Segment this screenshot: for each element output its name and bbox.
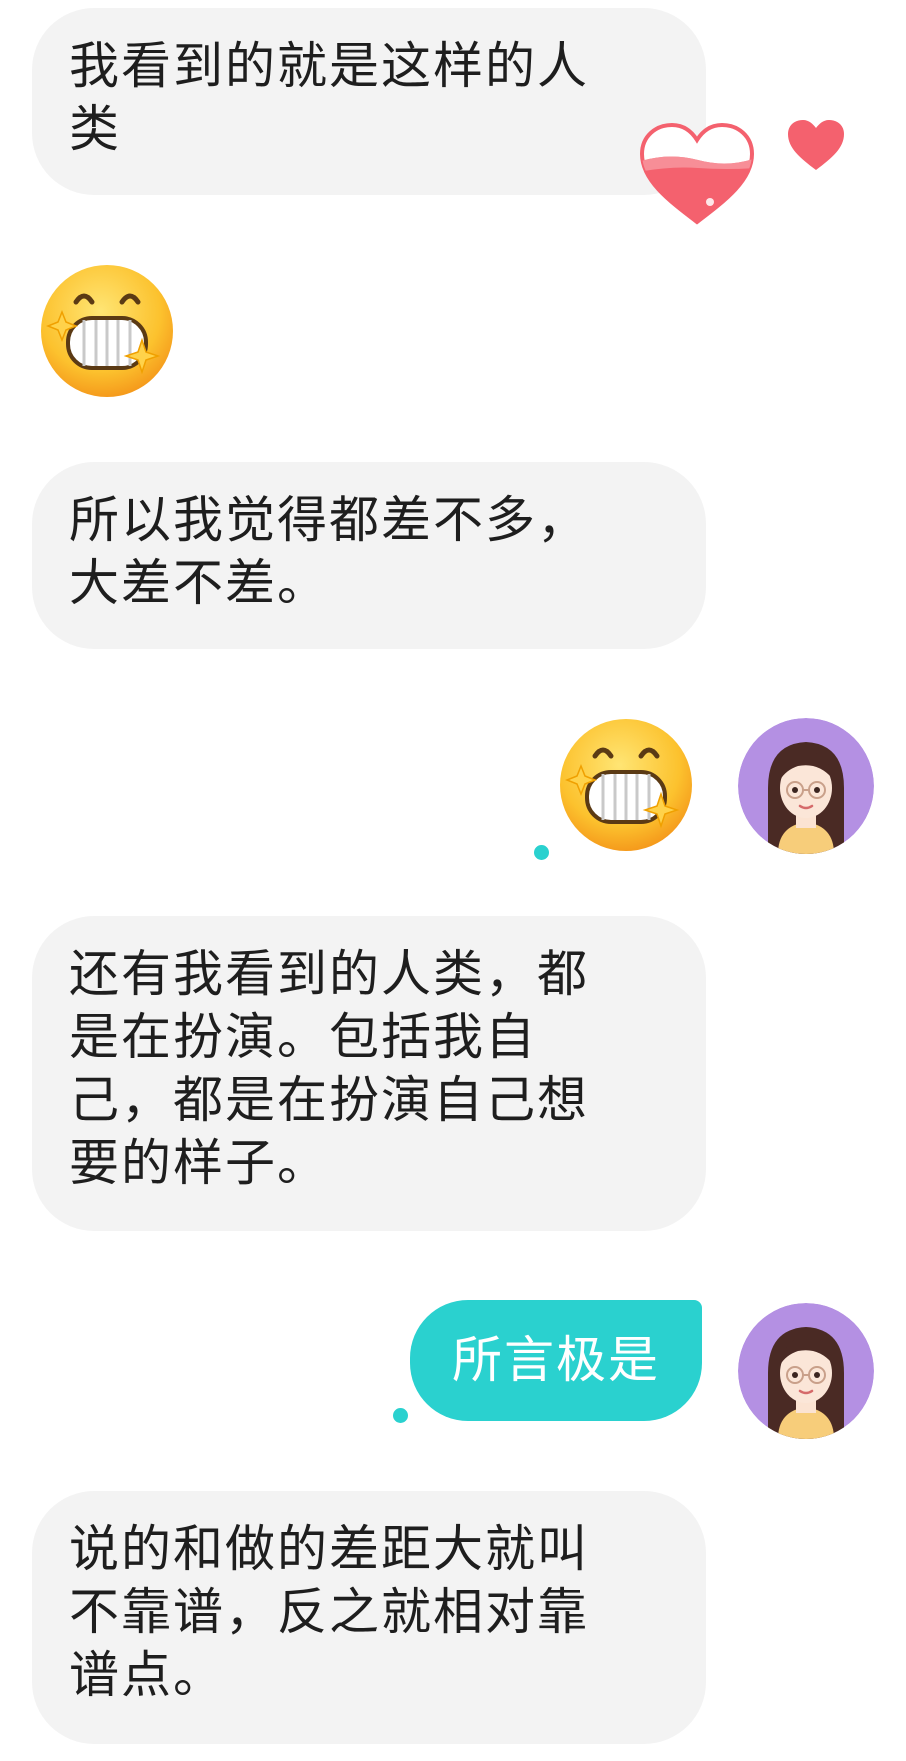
message-bubble-incoming[interactable]: 还有我看到的人类，都是在扮演。包括我自己，都是在扮演自己想要的样子。	[32, 916, 706, 1231]
read-status-dot	[393, 1408, 408, 1423]
user-avatar[interactable]	[738, 1303, 874, 1439]
user-avatar[interactable]	[738, 718, 874, 854]
message-bubble-incoming[interactable]: 所以我觉得都差不多，大差不差。	[32, 462, 706, 649]
message-bubble-incoming[interactable]: 我看到的就是这样的人类	[32, 8, 706, 195]
message-text: 所以我觉得都差不多，大差不差。	[69, 491, 589, 612]
message-bubble-outgoing[interactable]: 所言极是	[410, 1300, 702, 1421]
message-text: 说的和做的差距大就叫不靠谱，反之就相对靠谱点。	[69, 1520, 589, 1704]
grinning-sparkle-emoji-icon	[41, 265, 173, 397]
heart-icon[interactable]	[786, 118, 846, 172]
message-bubble-incoming[interactable]: 说的和做的差距大就叫不靠谱，反之就相对靠谱点。	[32, 1491, 706, 1744]
grinning-sparkle-emoji-icon	[560, 719, 692, 851]
message-text: 所言极是	[452, 1331, 660, 1389]
heart-jar-icon[interactable]	[638, 122, 756, 226]
message-text: 还有我看到的人类，都是在扮演。包括我自己，都是在扮演自己想要的样子。	[69, 945, 589, 1192]
message-text: 我看到的就是这样的人类	[69, 37, 589, 158]
read-status-dot	[534, 845, 549, 860]
